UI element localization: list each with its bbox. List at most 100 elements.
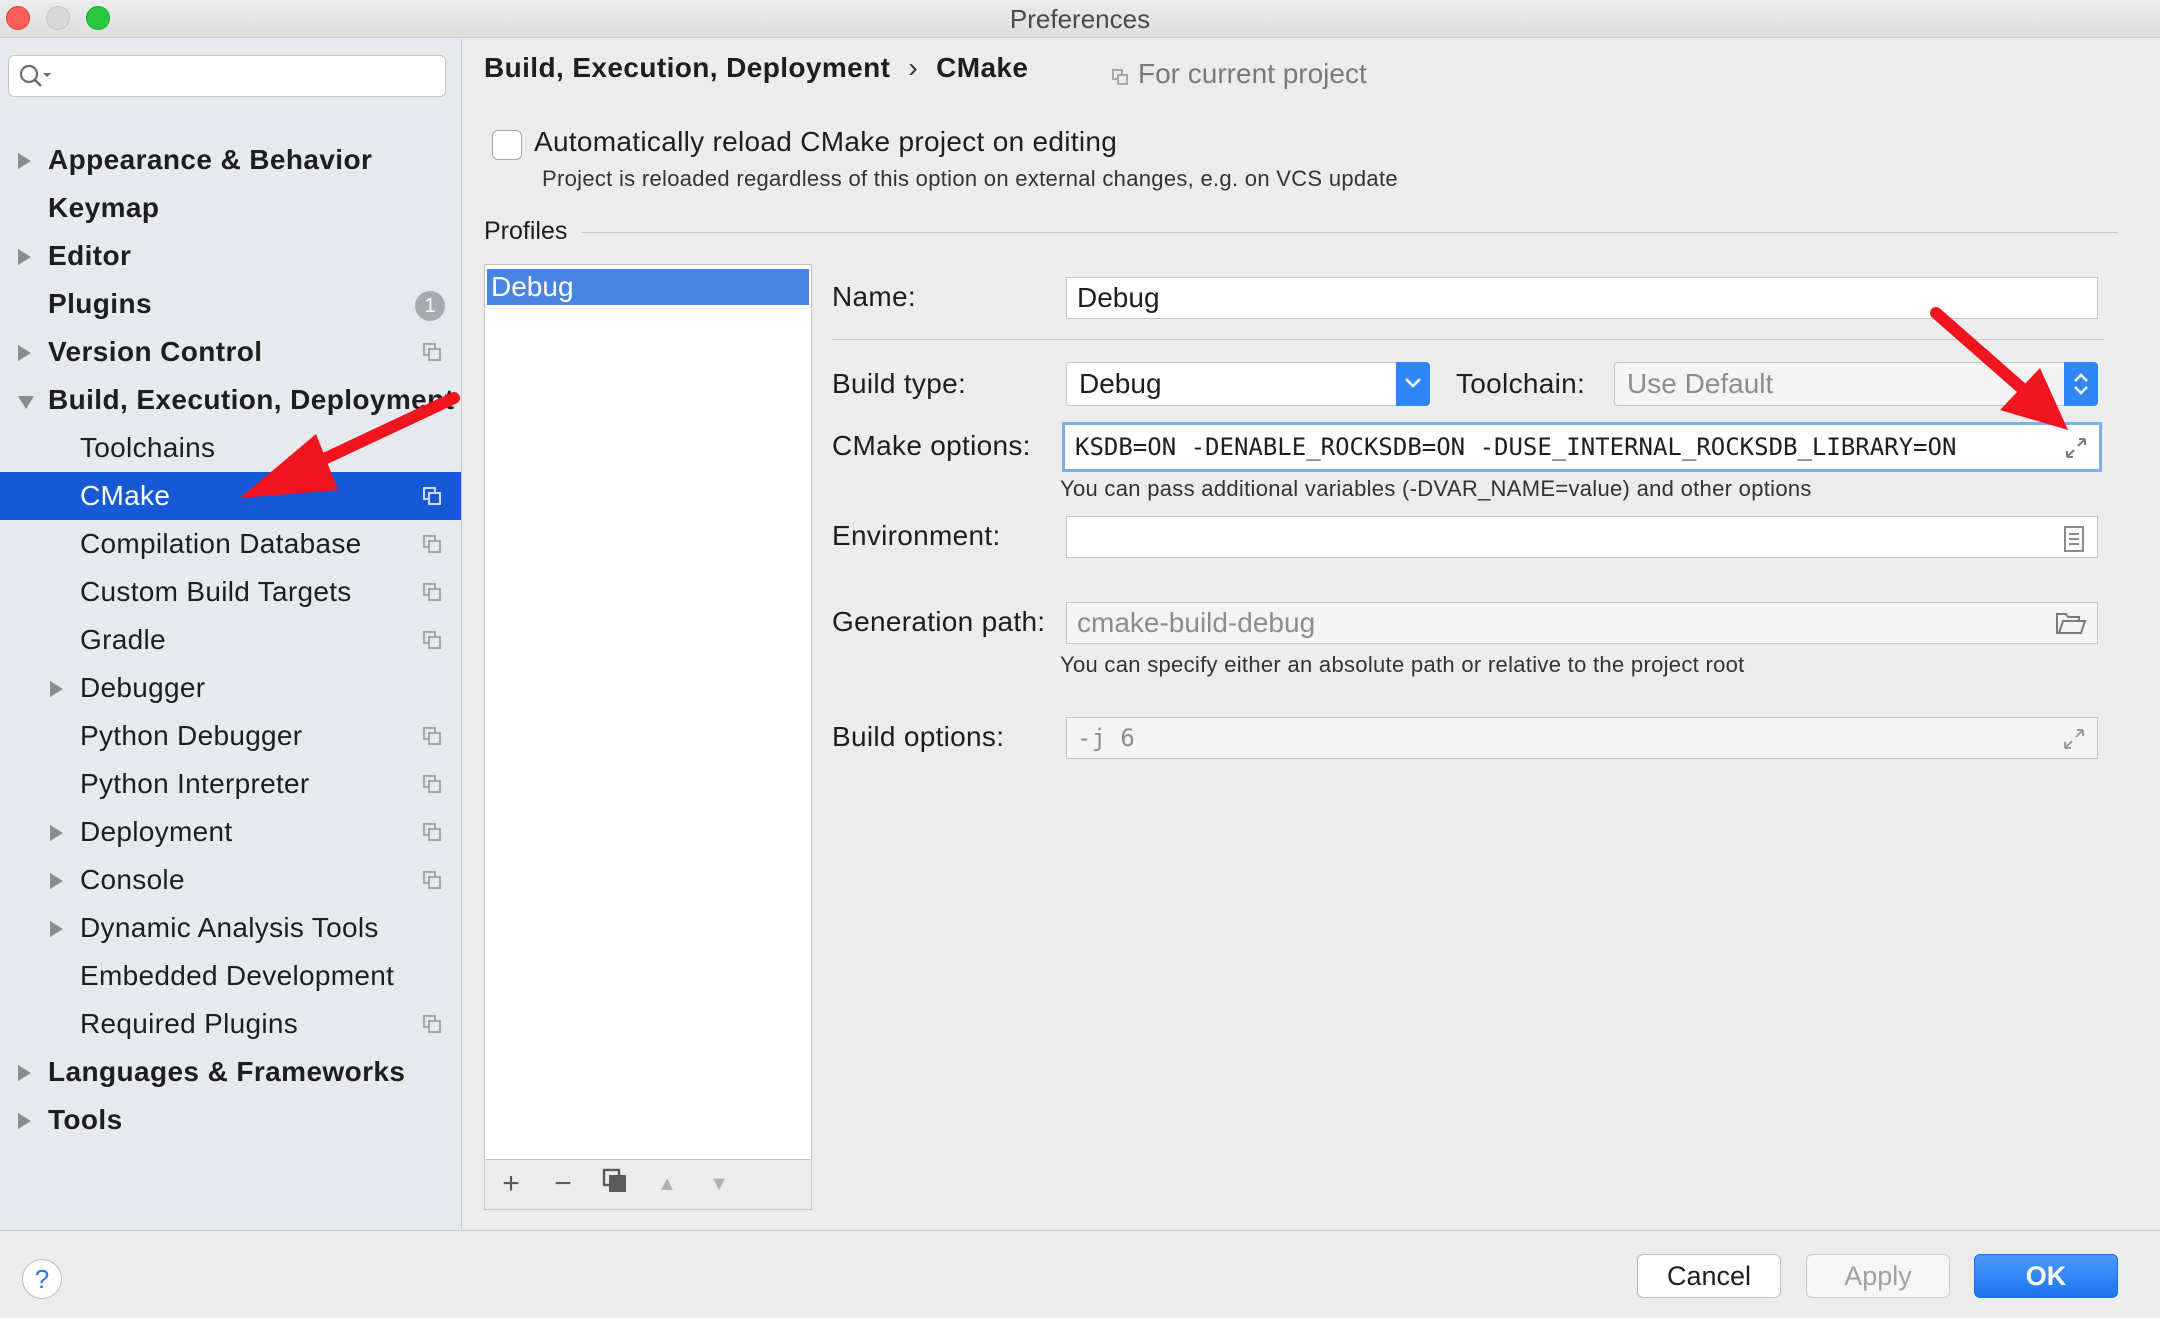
project-scope-icon: [423, 487, 441, 505]
sidebar-item-label: Tools: [48, 1104, 123, 1135]
sidebar-item-label: Python Interpreter: [80, 768, 310, 799]
cmake-options-value: KSDB=ON -DENABLE_ROCKSDB=ON -DUSE_INTERN…: [1075, 433, 1957, 461]
build-type-dropdown[interactable]: Debug: [1066, 362, 1430, 406]
sidebar-item-compilation-database[interactable]: Compilation Database: [0, 520, 461, 568]
sidebar-item-tools[interactable]: Tools: [0, 1096, 461, 1144]
sidebar-item-keymap[interactable]: Keymap: [0, 184, 461, 232]
generation-path-value: cmake-build-debug: [1077, 607, 1316, 638]
sidebar-item-label: Editor: [48, 240, 132, 271]
cancel-button[interactable]: Cancel: [1637, 1254, 1781, 1298]
sidebar-item-custom-build-targets[interactable]: Custom Build Targets: [0, 568, 461, 616]
sidebar-item-label: Debugger: [80, 672, 206, 703]
project-scope-icon: [423, 871, 441, 889]
chevron-down-icon: [1405, 378, 1421, 388]
expand-arrow-icon[interactable]: [50, 921, 63, 937]
name-label: Name:: [832, 281, 916, 312]
auto-reload-checkbox[interactable]: [492, 130, 522, 160]
expand-arrow-icon[interactable]: [50, 681, 63, 697]
expand-arrow-icon[interactable]: [18, 249, 31, 265]
sidebar-item-label: Required Plugins: [80, 1008, 299, 1039]
dropdown-button[interactable]: [2064, 362, 2098, 406]
cmake-options-field[interactable]: KSDB=ON -DENABLE_ROCKSDB=ON -DUSE_INTERN…: [1062, 422, 2102, 472]
sidebar-item-gradle[interactable]: Gradle: [0, 616, 461, 664]
expand-arrow-icon[interactable]: [18, 153, 31, 169]
project-scope-icon: [1112, 69, 1128, 85]
sidebar-item-required-plugins[interactable]: Required Plugins: [0, 1000, 461, 1048]
collapse-arrow-icon[interactable]: [18, 396, 34, 409]
sidebar-item-build-execution-deployment[interactable]: Build, Execution, Deployment: [0, 376, 461, 424]
section-divider: [582, 232, 2118, 233]
sidebar-item-label: Toolchains: [80, 432, 216, 463]
sidebar-item-embedded-development[interactable]: Embedded Development: [0, 952, 461, 1000]
sidebar-item-appearance-behavior[interactable]: Appearance & Behavior: [0, 136, 461, 184]
breadcrumb: Build, Execution, Deployment › CMake: [484, 52, 1028, 84]
apply-button[interactable]: Apply: [1806, 1254, 1950, 1298]
build-options-field[interactable]: -j 6: [1066, 717, 2098, 759]
auto-reload-label[interactable]: Automatically reload CMake project on ed…: [534, 126, 1117, 158]
project-scope-icon: [423, 823, 441, 841]
search-input[interactable]: [57, 60, 437, 92]
toolchain-dropdown[interactable]: Use Default: [1614, 362, 2098, 406]
profiles-section-title: Profiles: [484, 217, 568, 245]
scope-label: For current project: [1138, 58, 1367, 89]
folder-icon[interactable]: [2055, 611, 2087, 637]
copy-profile-button[interactable]: [599, 1168, 631, 1200]
profile-name-field[interactable]: Debug: [1066, 277, 2098, 319]
expand-arrow-icon[interactable]: [18, 345, 31, 361]
breadcrumb-separator: ›: [908, 52, 919, 83]
expand-arrow-icon[interactable]: [18, 1113, 31, 1129]
settings-search[interactable]: [8, 55, 446, 97]
profiles-toolbar: + − ▲ ▼: [485, 1159, 811, 1209]
sidebar-item-deployment[interactable]: Deployment: [0, 808, 461, 856]
project-scope-icon: [423, 1015, 441, 1033]
settings-sidebar: Appearance & Behavior Keymap Editor Plug…: [0, 39, 462, 1230]
sidebar-item-label: Compilation Database: [80, 528, 362, 559]
sidebar-item-label: Build, Execution, Deployment: [48, 384, 455, 415]
expand-arrow-icon[interactable]: [50, 825, 63, 841]
expand-icon[interactable]: [2061, 726, 2087, 752]
sidebar-item-label: Dynamic Analysis Tools: [80, 912, 379, 943]
sidebar-item-label: Custom Build Targets: [80, 576, 352, 607]
sidebar-item-label: Languages & Frameworks: [48, 1056, 406, 1087]
profile-item-debug[interactable]: Debug: [487, 269, 809, 305]
expand-icon[interactable]: [2063, 435, 2089, 461]
move-up-button[interactable]: ▲: [651, 1168, 683, 1200]
add-profile-button[interactable]: +: [495, 1168, 527, 1200]
project-scope-icon: [423, 631, 441, 649]
sidebar-item-label: Gradle: [80, 624, 166, 655]
search-icon: [19, 64, 51, 87]
generation-path-label: Generation path:: [832, 606, 1046, 637]
project-scope-icon: [423, 583, 441, 601]
expand-arrow-icon[interactable]: [50, 873, 63, 889]
sidebar-item-plugins[interactable]: Plugins 1: [0, 280, 461, 328]
breadcrumb-parent[interactable]: Build, Execution, Deployment: [484, 52, 890, 84]
sidebar-item-languages-frameworks[interactable]: Languages & Frameworks: [0, 1048, 461, 1096]
form-divider: [832, 339, 2104, 340]
dropdown-button[interactable]: [1396, 362, 1430, 406]
sidebar-item-python-debugger[interactable]: Python Debugger: [0, 712, 461, 760]
sidebar-item-console[interactable]: Console: [0, 856, 461, 904]
sidebar-item-toolchains[interactable]: Toolchains: [0, 424, 461, 472]
sidebar-item-cmake[interactable]: CMake: [0, 472, 461, 520]
expand-arrow-icon[interactable]: [18, 1065, 31, 1081]
sidebar-item-editor[interactable]: Editor: [0, 232, 461, 280]
profiles-list[interactable]: Debug + − ▲ ▼: [484, 264, 812, 1210]
move-down-button[interactable]: ▼: [703, 1168, 735, 1200]
generation-path-field[interactable]: cmake-build-debug: [1066, 602, 2098, 644]
cmake-options-label: CMake options:: [832, 430, 1031, 461]
build-options-value: -j 6: [1077, 724, 1135, 752]
up-down-chevron-icon: [2074, 373, 2088, 395]
sidebar-item-version-control[interactable]: Version Control: [0, 328, 461, 376]
window-title: Preferences: [1009, 4, 1151, 34]
sidebar-item-dynamic-analysis-tools[interactable]: Dynamic Analysis Tools: [0, 904, 461, 952]
sidebar-item-label: Version Control: [48, 336, 263, 367]
sidebar-item-python-interpreter[interactable]: Python Interpreter: [0, 760, 461, 808]
document-icon[interactable]: [2061, 525, 2087, 553]
environment-field[interactable]: [1066, 516, 2098, 558]
ok-button[interactable]: OK: [1974, 1254, 2118, 1298]
project-scope-icon: [423, 727, 441, 745]
help-button[interactable]: ?: [22, 1259, 62, 1299]
sidebar-item-debugger[interactable]: Debugger: [0, 664, 461, 712]
sidebar-item-label: Deployment: [80, 816, 233, 847]
remove-profile-button[interactable]: −: [547, 1168, 579, 1200]
